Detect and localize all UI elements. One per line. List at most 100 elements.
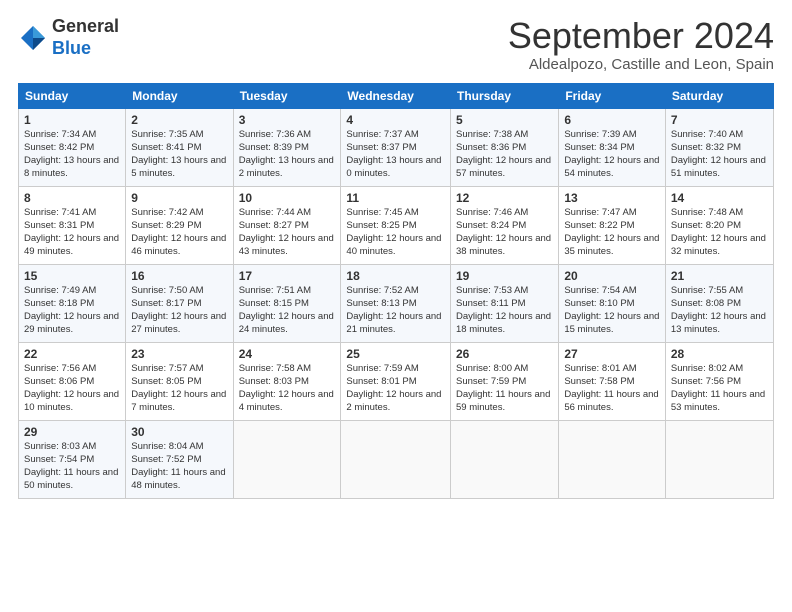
- logo-text: General Blue: [52, 16, 119, 59]
- col-header-thursday: Thursday: [451, 83, 559, 108]
- calendar-cell: 1 Sunrise: 7:34 AM Sunset: 8:42 PM Dayli…: [19, 108, 126, 186]
- day-info: Sunrise: 7:40 AM Sunset: 8:32 PM Dayligh…: [671, 128, 768, 181]
- calendar-cell: 30 Sunrise: 8:04 AM Sunset: 7:52 PM Dayl…: [126, 420, 233, 498]
- day-info: Sunrise: 7:52 AM Sunset: 8:13 PM Dayligh…: [346, 284, 445, 337]
- day-number: 10: [239, 191, 336, 205]
- col-header-saturday: Saturday: [665, 83, 773, 108]
- calendar-cell: 23 Sunrise: 7:57 AM Sunset: 8:05 PM Dayl…: [126, 342, 233, 420]
- day-number: 12: [456, 191, 553, 205]
- col-header-wednesday: Wednesday: [341, 83, 451, 108]
- location-title: Aldealpozo, Castille and Leon, Spain: [508, 56, 774, 73]
- day-number: 11: [346, 191, 445, 205]
- day-number: 14: [671, 191, 768, 205]
- week-row-4: 22 Sunrise: 7:56 AM Sunset: 8:06 PM Dayl…: [19, 342, 774, 420]
- calendar-cell: 9 Sunrise: 7:42 AM Sunset: 8:29 PM Dayli…: [126, 186, 233, 264]
- calendar-cell: 3 Sunrise: 7:36 AM Sunset: 8:39 PM Dayli…: [233, 108, 341, 186]
- calendar-cell: 13 Sunrise: 7:47 AM Sunset: 8:22 PM Dayl…: [559, 186, 666, 264]
- calendar-cell: 22 Sunrise: 7:56 AM Sunset: 8:06 PM Dayl…: [19, 342, 126, 420]
- day-info: Sunrise: 8:01 AM Sunset: 7:58 PM Dayligh…: [564, 362, 660, 415]
- week-row-1: 1 Sunrise: 7:34 AM Sunset: 8:42 PM Dayli…: [19, 108, 774, 186]
- col-header-sunday: Sunday: [19, 83, 126, 108]
- calendar-cell: 29 Sunrise: 8:03 AM Sunset: 7:54 PM Dayl…: [19, 420, 126, 498]
- day-number: 9: [131, 191, 227, 205]
- day-number: 15: [24, 269, 120, 283]
- week-row-3: 15 Sunrise: 7:49 AM Sunset: 8:18 PM Dayl…: [19, 264, 774, 342]
- day-number: 23: [131, 347, 227, 361]
- day-number: 27: [564, 347, 660, 361]
- day-number: 21: [671, 269, 768, 283]
- day-info: Sunrise: 7:46 AM Sunset: 8:24 PM Dayligh…: [456, 206, 553, 259]
- day-info: Sunrise: 7:34 AM Sunset: 8:42 PM Dayligh…: [24, 128, 120, 181]
- day-number: 30: [131, 425, 227, 439]
- day-number: 6: [564, 113, 660, 127]
- calendar-cell: 21 Sunrise: 7:55 AM Sunset: 8:08 PM Dayl…: [665, 264, 773, 342]
- calendar-cell: 15 Sunrise: 7:49 AM Sunset: 8:18 PM Dayl…: [19, 264, 126, 342]
- day-info: Sunrise: 7:42 AM Sunset: 8:29 PM Dayligh…: [131, 206, 227, 259]
- day-info: Sunrise: 7:44 AM Sunset: 8:27 PM Dayligh…: [239, 206, 336, 259]
- day-number: 25: [346, 347, 445, 361]
- day-info: Sunrise: 7:41 AM Sunset: 8:31 PM Dayligh…: [24, 206, 120, 259]
- day-info: Sunrise: 7:35 AM Sunset: 8:41 PM Dayligh…: [131, 128, 227, 181]
- calendar-cell: 12 Sunrise: 7:46 AM Sunset: 8:24 PM Dayl…: [451, 186, 559, 264]
- calendar-cell: [665, 420, 773, 498]
- logo-icon: [18, 23, 48, 53]
- day-number: 22: [24, 347, 120, 361]
- day-info: Sunrise: 7:55 AM Sunset: 8:08 PM Dayligh…: [671, 284, 768, 337]
- logo: General Blue: [18, 16, 119, 59]
- day-info: Sunrise: 8:02 AM Sunset: 7:56 PM Dayligh…: [671, 362, 768, 415]
- day-number: 18: [346, 269, 445, 283]
- day-info: Sunrise: 7:51 AM Sunset: 8:15 PM Dayligh…: [239, 284, 336, 337]
- day-number: 26: [456, 347, 553, 361]
- day-number: 7: [671, 113, 768, 127]
- day-number: 4: [346, 113, 445, 127]
- page: General Blue September 2024 Aldealpozo, …: [0, 0, 792, 509]
- calendar-cell: 8 Sunrise: 7:41 AM Sunset: 8:31 PM Dayli…: [19, 186, 126, 264]
- day-info: Sunrise: 7:38 AM Sunset: 8:36 PM Dayligh…: [456, 128, 553, 181]
- calendar-cell: 18 Sunrise: 7:52 AM Sunset: 8:13 PM Dayl…: [341, 264, 451, 342]
- col-header-tuesday: Tuesday: [233, 83, 341, 108]
- header: General Blue September 2024 Aldealpozo, …: [18, 16, 774, 73]
- day-info: Sunrise: 7:49 AM Sunset: 8:18 PM Dayligh…: [24, 284, 120, 337]
- day-info: Sunrise: 8:03 AM Sunset: 7:54 PM Dayligh…: [24, 440, 120, 493]
- calendar-table: SundayMondayTuesdayWednesdayThursdayFrid…: [18, 83, 774, 499]
- day-info: Sunrise: 7:45 AM Sunset: 8:25 PM Dayligh…: [346, 206, 445, 259]
- calendar-cell: 16 Sunrise: 7:50 AM Sunset: 8:17 PM Dayl…: [126, 264, 233, 342]
- col-header-monday: Monday: [126, 83, 233, 108]
- day-info: Sunrise: 8:00 AM Sunset: 7:59 PM Dayligh…: [456, 362, 553, 415]
- day-info: Sunrise: 7:53 AM Sunset: 8:11 PM Dayligh…: [456, 284, 553, 337]
- calendar-cell: [559, 420, 666, 498]
- day-info: Sunrise: 7:59 AM Sunset: 8:01 PM Dayligh…: [346, 362, 445, 415]
- calendar-cell: 28 Sunrise: 8:02 AM Sunset: 7:56 PM Dayl…: [665, 342, 773, 420]
- logo-line1: General: [52, 16, 119, 38]
- day-number: 8: [24, 191, 120, 205]
- calendar-cell: 26 Sunrise: 8:00 AM Sunset: 7:59 PM Dayl…: [451, 342, 559, 420]
- week-row-5: 29 Sunrise: 8:03 AM Sunset: 7:54 PM Dayl…: [19, 420, 774, 498]
- day-number: 20: [564, 269, 660, 283]
- month-title: September 2024: [508, 16, 774, 56]
- calendar-cell: 14 Sunrise: 7:48 AM Sunset: 8:20 PM Dayl…: [665, 186, 773, 264]
- day-info: Sunrise: 7:56 AM Sunset: 8:06 PM Dayligh…: [24, 362, 120, 415]
- day-info: Sunrise: 8:04 AM Sunset: 7:52 PM Dayligh…: [131, 440, 227, 493]
- day-info: Sunrise: 7:39 AM Sunset: 8:34 PM Dayligh…: [564, 128, 660, 181]
- col-header-friday: Friday: [559, 83, 666, 108]
- calendar-cell: 27 Sunrise: 8:01 AM Sunset: 7:58 PM Dayl…: [559, 342, 666, 420]
- day-number: 1: [24, 113, 120, 127]
- day-number: 24: [239, 347, 336, 361]
- week-row-2: 8 Sunrise: 7:41 AM Sunset: 8:31 PM Dayli…: [19, 186, 774, 264]
- day-info: Sunrise: 7:48 AM Sunset: 8:20 PM Dayligh…: [671, 206, 768, 259]
- day-number: 29: [24, 425, 120, 439]
- calendar-cell: 20 Sunrise: 7:54 AM Sunset: 8:10 PM Dayl…: [559, 264, 666, 342]
- calendar-cell: 6 Sunrise: 7:39 AM Sunset: 8:34 PM Dayli…: [559, 108, 666, 186]
- day-info: Sunrise: 7:47 AM Sunset: 8:22 PM Dayligh…: [564, 206, 660, 259]
- day-info: Sunrise: 7:58 AM Sunset: 8:03 PM Dayligh…: [239, 362, 336, 415]
- day-number: 2: [131, 113, 227, 127]
- day-number: 28: [671, 347, 768, 361]
- calendar-cell: 11 Sunrise: 7:45 AM Sunset: 8:25 PM Dayl…: [341, 186, 451, 264]
- calendar-cell: 25 Sunrise: 7:59 AM Sunset: 8:01 PM Dayl…: [341, 342, 451, 420]
- calendar-cell: [341, 420, 451, 498]
- title-block: September 2024 Aldealpozo, Castille and …: [508, 16, 774, 73]
- day-info: Sunrise: 7:50 AM Sunset: 8:17 PM Dayligh…: [131, 284, 227, 337]
- calendar-cell: [451, 420, 559, 498]
- calendar-cell: 19 Sunrise: 7:53 AM Sunset: 8:11 PM Dayl…: [451, 264, 559, 342]
- calendar-cell: 7 Sunrise: 7:40 AM Sunset: 8:32 PM Dayli…: [665, 108, 773, 186]
